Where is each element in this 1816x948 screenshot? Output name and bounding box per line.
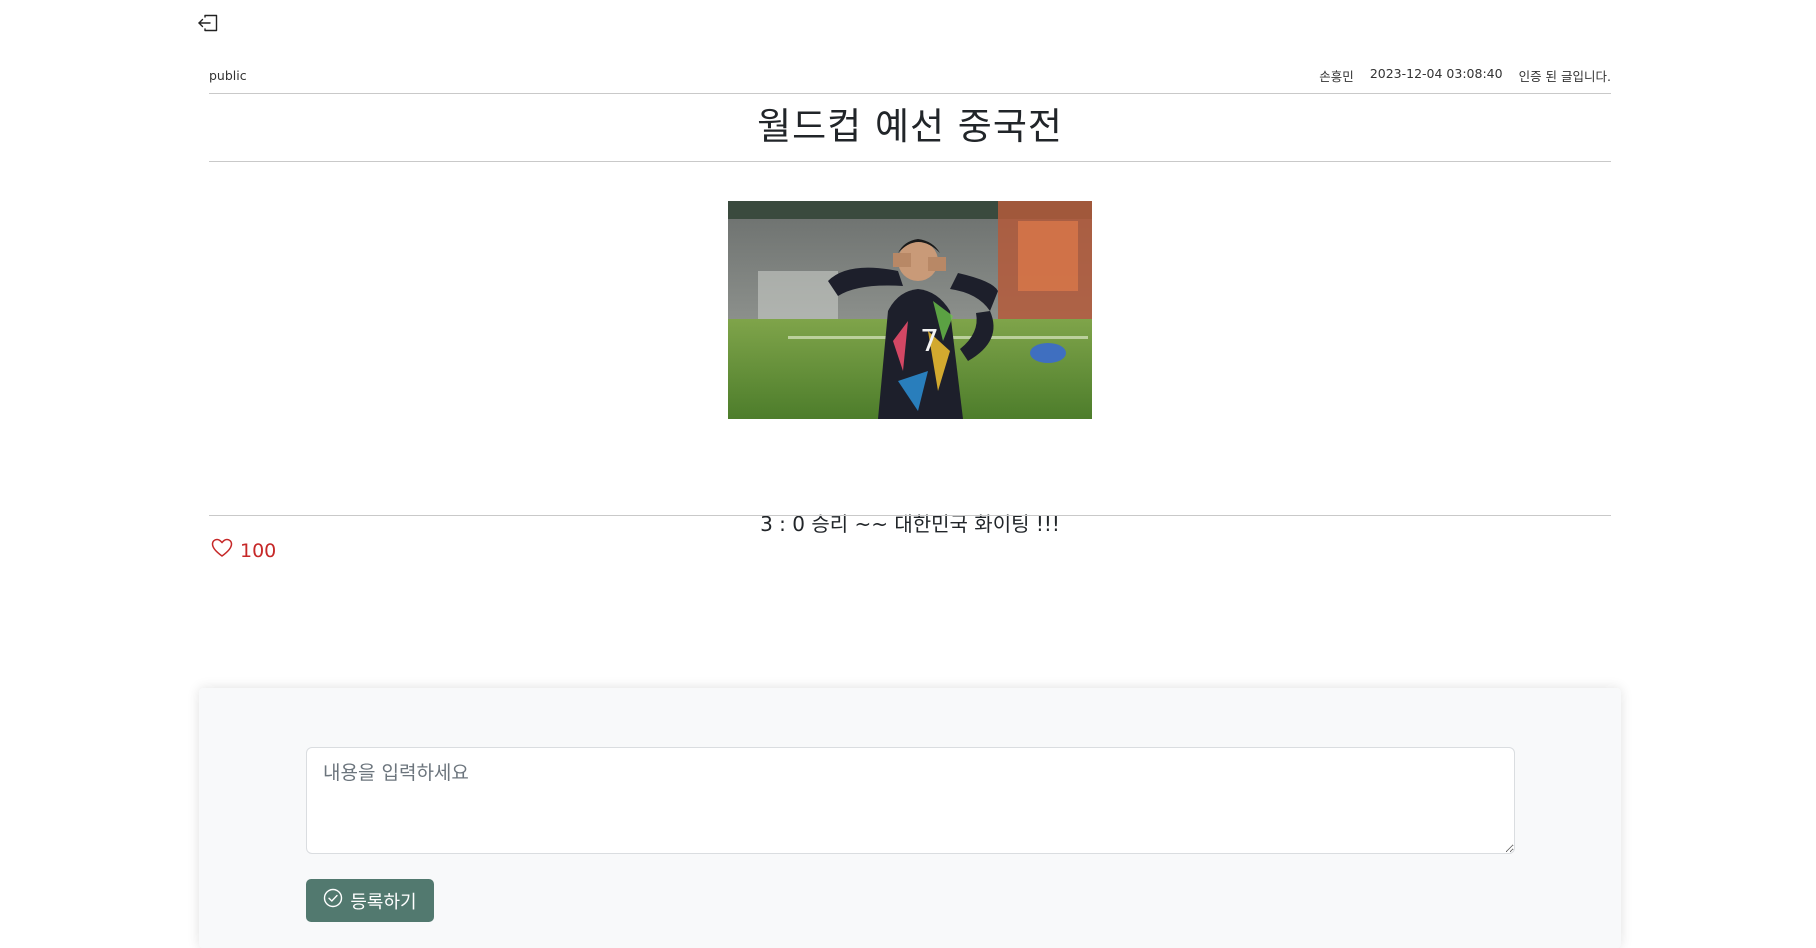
- post-meta-right: 손흥민 2023-12-04 03:08:40 인증 된 글입니다.: [1319, 66, 1611, 85]
- post-content: 3 : 0 승리 ~~ 대한민국 화이팅 !!!: [760, 512, 1060, 536]
- comment-input[interactable]: [306, 747, 1515, 854]
- submit-comment-label: 등록하기: [350, 891, 417, 913]
- content-divider: [209, 515, 1611, 516]
- comment-panel: 등록하기: [199, 688, 1621, 948]
- submit-comment-button[interactable]: 등록하기: [306, 879, 434, 922]
- check-circle-icon: [323, 888, 343, 913]
- like-count: 100: [240, 539, 277, 562]
- post-datetime: 2023-12-04 03:08:40: [1369, 66, 1503, 81]
- visibility-label: public: [209, 68, 247, 83]
- svg-text:7: 7: [920, 324, 939, 359]
- back-button[interactable]: [196, 13, 220, 37]
- heart-outline-icon: [211, 538, 233, 563]
- author-name: 손흥민: [1319, 69, 1354, 84]
- like-button[interactable]: 100: [211, 538, 276, 563]
- box-arrow-in-left-icon: [197, 13, 219, 37]
- post-title: 월드컵 예선 중국전: [209, 94, 1611, 162]
- post-image: 7: [728, 201, 1092, 419]
- auth-status: 인증 된 글입니다.: [1518, 69, 1611, 84]
- post-meta: public 손흥민 2023-12-04 03:08:40 인증 된 글입니다…: [209, 58, 1611, 94]
- post-detail: public 손흥민 2023-12-04 03:08:40 인증 된 글입니다…: [209, 58, 1611, 562]
